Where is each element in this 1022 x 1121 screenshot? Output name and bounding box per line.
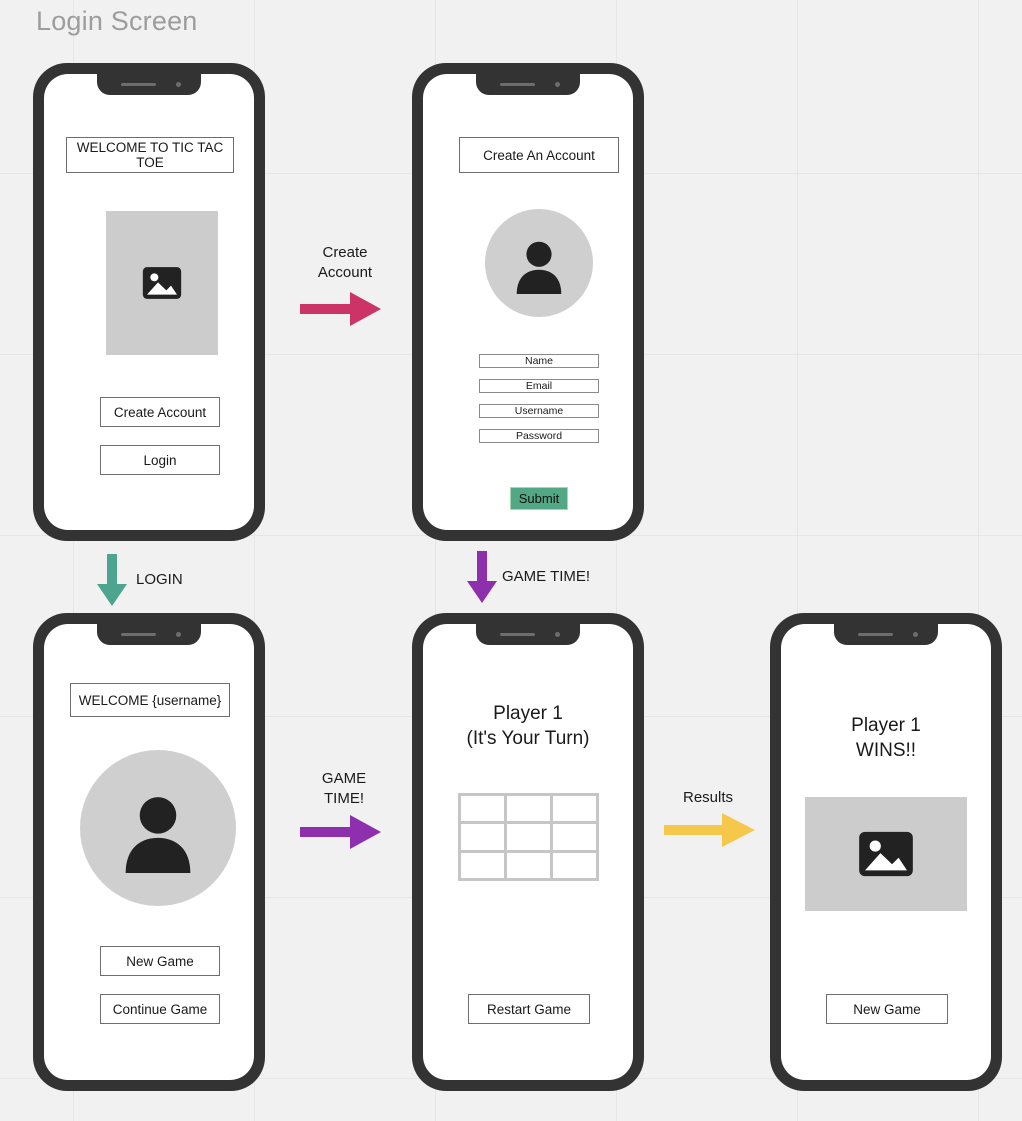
name-field[interactable]: Name: [479, 354, 599, 368]
front-camera-icon: [555, 82, 560, 87]
turn-heading-line-1: Player 1: [493, 703, 563, 724]
board-cell[interactable]: [507, 852, 550, 878]
speaker-grille-icon: [121, 83, 156, 86]
phone-screen-game-board: Player 1 (It's Your Turn) Restart Game: [423, 624, 633, 1080]
person-avatar-icon: [485, 209, 593, 317]
flow-arrow-game-time-right: [300, 813, 382, 851]
tic-tac-toe-board[interactable]: [458, 793, 599, 881]
board-cell[interactable]: [507, 796, 550, 822]
turn-heading-line-2: (It's Your Turn): [466, 727, 590, 749]
flow-label-results: Results: [682, 789, 734, 806]
speaker-grille-icon: [500, 83, 535, 86]
flow-label-login: LOGIN: [136, 571, 183, 588]
phone-screen-user-home: WELCOME {username} New Game Continue Gam…: [44, 624, 254, 1080]
board-cell[interactable]: [507, 824, 550, 850]
flow-arrow-login: [96, 554, 128, 607]
continue-game-button[interactable]: Continue Game: [100, 994, 220, 1024]
front-camera-icon: [555, 632, 560, 637]
email-field[interactable]: Email: [479, 379, 599, 393]
flow-label-game-time-down: GAME TIME!: [502, 568, 591, 585]
phone-notch: [97, 74, 201, 95]
submit-button[interactable]: Submit: [510, 487, 568, 510]
create-account-title-box: Create An Account: [459, 137, 619, 173]
phone-screen-results: Player 1 WINS!! New Game: [781, 624, 991, 1080]
image-placeholder-icon: [805, 797, 967, 911]
phone-notch: [97, 624, 201, 645]
phone-notch: [476, 74, 580, 95]
person-avatar-icon: [80, 750, 236, 906]
phone-notch: [834, 624, 938, 645]
restart-game-button[interactable]: Restart Game: [468, 994, 590, 1024]
phone-screen-welcome: WELCOME TO TIC TAC TOE Create Account Lo…: [44, 74, 254, 530]
speaker-grille-icon: [121, 633, 156, 636]
user-welcome-title-box: WELCOME {username}: [70, 683, 230, 717]
board-cell[interactable]: [461, 852, 504, 878]
login-button[interactable]: Login: [100, 445, 220, 475]
welcome-title-box: WELCOME TO TIC TAC TOE: [66, 137, 234, 173]
flow-arrow-results: [664, 811, 756, 849]
flow-arrow-create-account: [300, 290, 382, 328]
phone-results-screen: Player 1 WINS!! New Game: [770, 613, 1002, 1091]
flow-arrow-game-time-down: [466, 551, 498, 604]
front-camera-icon: [913, 632, 918, 637]
image-placeholder-icon: [106, 211, 218, 355]
front-camera-icon: [176, 82, 181, 87]
winner-heading-line-1: Player 1: [851, 715, 921, 736]
board-cell[interactable]: [553, 852, 596, 878]
winner-heading: Player 1 WINS!!: [781, 714, 991, 763]
username-field[interactable]: Username: [479, 404, 599, 418]
turn-heading: Player 1 (It's Your Turn): [423, 702, 633, 751]
phone-create-account-screen: Create An Account Name Email Username Pa…: [412, 63, 644, 541]
board-cell[interactable]: [553, 824, 596, 850]
create-account-button[interactable]: Create Account: [100, 397, 220, 427]
front-camera-icon: [176, 632, 181, 637]
phone-screen-create-account: Create An Account Name Email Username Pa…: [423, 74, 633, 530]
new-game-button[interactable]: New Game: [100, 946, 220, 976]
flow-label-game-time-right: GAME TIME!: [321, 770, 367, 807]
phone-notch: [476, 624, 580, 645]
winner-heading-line-2: WINS!!: [855, 739, 917, 761]
page-title: Login Screen: [36, 6, 198, 36]
phone-welcome-screen: WELCOME TO TIC TAC TOE Create Account Lo…: [33, 63, 265, 541]
wireframe-canvas: Login Screen WELCOME TO TIC TAC TOE Crea…: [0, 0, 1022, 1121]
phone-user-home-screen: WELCOME {username} New Game Continue Gam…: [33, 613, 265, 1091]
speaker-grille-icon: [858, 633, 893, 636]
board-cell[interactable]: [553, 796, 596, 822]
flow-label-create-account: Create Account: [317, 244, 373, 281]
speaker-grille-icon: [500, 633, 535, 636]
phone-game-board-screen: Player 1 (It's Your Turn) Restart Game: [412, 613, 644, 1091]
board-cell[interactable]: [461, 824, 504, 850]
password-field[interactable]: Password: [479, 429, 599, 443]
new-game-button[interactable]: New Game: [826, 994, 948, 1024]
board-cell[interactable]: [461, 796, 504, 822]
